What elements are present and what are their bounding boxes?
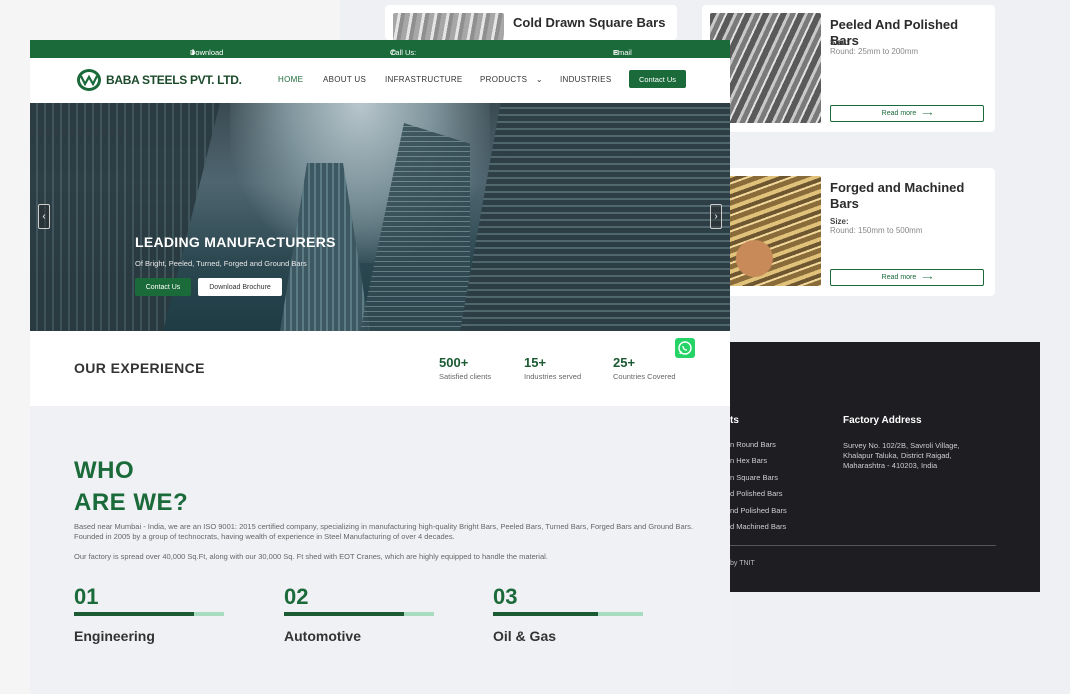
logo-mark-icon	[77, 69, 101, 91]
stat-clients: 500+ Satisfied clients	[439, 355, 491, 381]
hero-building	[460, 103, 730, 331]
product-size-label: Size:	[830, 217, 849, 226]
product-title: Cold Drawn Square Bars	[513, 15, 666, 30]
logo-text: BABA STEELS PVT. LTD.	[106, 73, 242, 87]
stat-industries: 15+ Industries served	[524, 355, 581, 381]
industry-number: 01	[74, 584, 99, 609]
top-bar: ⬇ Download Brochure ✆Call Us: +91-750611…	[30, 40, 730, 75]
factory-address-title: Factory Address	[843, 415, 922, 426]
who-title-line2: ARE WE?	[74, 489, 189, 516]
industry-number: 02	[284, 584, 309, 609]
stat-label: Countries Covered	[613, 372, 676, 381]
arrow-right-icon: ⟶	[922, 110, 933, 118]
hero-download-button[interactable]: Download Brochure	[198, 278, 282, 296]
whatsapp-icon	[678, 341, 692, 355]
stat-label: Satisfied clients	[439, 372, 492, 381]
industry-progress-fill	[74, 612, 194, 616]
industry-progress-bar	[74, 612, 224, 616]
product-size-value: Round: 150mm to 500mm	[830, 226, 923, 235]
industry-label: Oil & Gas	[493, 628, 557, 644]
footer-products-title: ts	[730, 415, 739, 426]
who-title: WHO ARE WE?	[74, 455, 188, 519]
stat-label: Industries served	[524, 372, 582, 381]
industry-label: Automotive	[284, 628, 361, 644]
product-title: Forged and Machined Bars	[830, 180, 965, 211]
nav-item-infrastructure[interactable]: INFRASTRUCTURE	[385, 75, 463, 84]
footer-link[interactable]: nd Polished Bars	[730, 506, 787, 522]
read-more-button[interactable]: Read more ⟶	[830, 105, 984, 122]
footer-link[interactable]: n Round Bars	[730, 440, 787, 456]
stat-value: 25+	[613, 355, 636, 370]
who-paragraph-2: Our factory is spread over 40,000 Sq.Ft,…	[74, 552, 548, 561]
footer-link[interactable]: n Square Bars	[730, 473, 787, 489]
hero-contact-button[interactable]: Contact Us	[135, 278, 191, 296]
industry-label: Engineering	[74, 628, 155, 644]
slider-prev-button[interactable]: ‹	[38, 204, 50, 229]
read-more-button[interactable]: Read more ⟶	[830, 269, 984, 286]
product-title: Peeled And Polished Bars	[830, 17, 959, 48]
industry-item-engineering: 01 Engineering	[74, 584, 224, 644]
arrow-right-icon: ⟶	[922, 274, 933, 282]
main-page: ⬇ Download Brochure ✆Call Us: +91-750611…	[30, 40, 730, 694]
nav-contact-button[interactable]: Contact Us	[629, 70, 686, 88]
footer-link[interactable]: d Polished Bars	[730, 489, 787, 505]
read-more-label: Read more	[881, 110, 917, 117]
chevron-right-icon: ›	[714, 211, 718, 222]
company-logo[interactable]: BABA STEELS PVT. LTD.	[76, 68, 242, 92]
hero-title: LEADING MANUFACTURERS	[135, 234, 336, 250]
industry-number: 03	[493, 584, 518, 609]
footer-divider	[730, 545, 996, 546]
site-footer: ts n Round Bars n Hex Bars n Square Bars…	[730, 342, 1040, 592]
who-title-line1: WHO	[74, 457, 135, 484]
factory-address-text: Survey No. 102/2B, Savroli Village, Khal…	[843, 441, 960, 470]
footer-product-links: n Round Bars n Hex Bars n Square Bars d …	[730, 440, 787, 538]
main-nav: BABA STEELS PVT. LTD. HOME ABOUT US INFR…	[30, 58, 730, 103]
whatsapp-button[interactable]	[675, 338, 695, 358]
hero-slider: ‹ › LEADING MANUFACTURERS Of Bright, Pee…	[30, 103, 730, 331]
hero-subtitle: Of Bright, Peeled, Turned, Forged and Gr…	[135, 259, 307, 268]
nav-item-products-label: PRODUCTS	[480, 75, 528, 84]
experience-section: OUR EXPERIENCE 500+ Satisfied clients 15…	[30, 331, 730, 406]
industry-progress-bar	[284, 612, 434, 616]
footer-credit: by TNIT	[730, 560, 755, 567]
read-more-label: Read more	[881, 274, 917, 281]
chevron-down-icon: ⌄	[535, 75, 543, 84]
product-image	[393, 13, 504, 40]
chevron-left-icon: ‹	[42, 211, 46, 222]
hero-building	[30, 103, 220, 331]
nav-item-industries[interactable]: INDUSTRIES	[560, 75, 611, 84]
stat-value: 15+	[524, 355, 547, 370]
slider-next-button[interactable]: ›	[710, 204, 722, 229]
stat-value: 500+	[439, 355, 469, 370]
industry-progress-bar	[493, 612, 643, 616]
product-card-forged-machined[interactable]: Forged and Machined Bars Size: Round: 15…	[702, 168, 995, 296]
nav-item-products[interactable]: PRODUCTS ⌄	[480, 75, 543, 84]
product-card-cold-drawn-square[interactable]: Cold Drawn Square Bars	[385, 5, 677, 40]
who-paragraph-1: Based near Mumbai - India, we are an ISO…	[74, 522, 693, 541]
footer-link[interactable]: n Hex Bars	[730, 456, 787, 472]
product-size-label: Size:	[830, 38, 849, 47]
footer-link[interactable]: d Machined Bars	[730, 522, 787, 538]
product-card-peeled-polished[interactable]: Peeled And Polished Bars Size: Round: 25…	[702, 5, 995, 132]
nav-item-home[interactable]: HOME	[278, 75, 303, 84]
industry-item-automotive: 02 Automotive	[284, 584, 434, 644]
industry-item-oil-gas: 03 Oil & Gas	[493, 584, 643, 644]
industry-progress-fill	[284, 612, 404, 616]
experience-title: OUR EXPERIENCE	[74, 360, 205, 376]
nav-item-about-us[interactable]: ABOUT US	[323, 75, 366, 84]
stat-countries: 25+ Countries Covered	[613, 355, 676, 381]
product-size-value: Round: 25mm to 200mm	[830, 47, 919, 56]
industry-progress-fill	[493, 612, 598, 616]
who-are-we-section: WHO ARE WE? Based near Mumbai - India, w…	[30, 406, 730, 694]
